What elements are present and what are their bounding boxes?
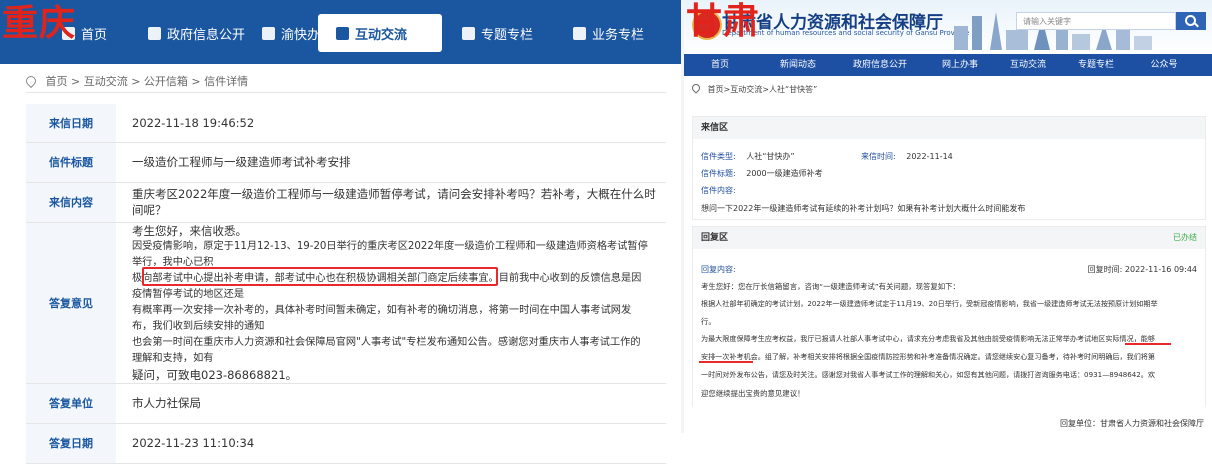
letter-date-label: 来信日期: [26, 104, 116, 143]
gs-letter-title-label: 信件标题:: [701, 169, 736, 178]
gs-breadcrumb: 首页>互动交流>人社“甘快答”: [690, 82, 818, 95]
gs-reply-line: 行。: [701, 317, 716, 326]
table-row: 来信日期 2022-11-18 19:46:52: [26, 104, 666, 143]
star-icon: [573, 26, 586, 40]
cq-nav-gov-info-label: 政府信息公开: [167, 27, 246, 43]
gs-header: 甘肃省人力资源和社会保障厅 Department of human resour…: [684, 0, 1212, 54]
gs-reply-time-label: 回复时间:: [1087, 265, 1123, 274]
gs-incoming-box: 来信区 信件类型: 人社“甘快办” 来信时间: 2022-11-14 信件标题:…: [692, 116, 1206, 220]
gs-incoming-head: 来信区: [693, 117, 1205, 139]
location-pin-icon: [690, 82, 702, 94]
letter-title-label: 信件标题: [26, 142, 116, 183]
cq-nav-yukuaiban-label: 渝快办: [281, 27, 321, 43]
letter-content-label: 来信内容: [26, 182, 116, 223]
gs-nav-interaction[interactable]: 互动交流: [998, 54, 1058, 76]
cq-nav-yukuaiban[interactable]: 渝快办: [262, 22, 320, 44]
location-pin-icon: [23, 73, 39, 89]
chongqing-label: 重庆: [2, 3, 77, 44]
highlight-underline: [1125, 343, 1171, 345]
gs-letter-title: 信件标题: 2000一级建造师补考: [701, 168, 823, 179]
reply-opinion-label: 答复意见: [26, 222, 116, 384]
reply-line: 因受疫情影响，原定于11月12-13、19-20日举行的重庆考区2022年度一级…: [132, 240, 648, 268]
cq-nav-topics-label: 专题专栏: [481, 27, 534, 43]
gs-reply-head-label: 回复区: [701, 233, 729, 243]
search-icon: [1185, 15, 1196, 26]
gs-search-input[interactable]: 请输入关键字: [1016, 12, 1176, 30]
gs-letter-type-label: 信件类型:: [701, 152, 736, 161]
gs-letter-content-label: 信件内容:: [701, 186, 736, 195]
gs-letter-type: 信件类型: 人社“甘快办”: [701, 151, 795, 162]
gs-reply-line: 考生您好：您在厅长信箱留言，咨询“一级建造师考试”有关问题，现答复如下：: [701, 282, 960, 291]
gs-letter-title-value: 2000一级建造师补考: [746, 169, 823, 178]
reply-line: 疑问，可致电023-86868821。: [132, 367, 298, 382]
cq-breadcrumb: 首页 > 互动交流 > 公开信箱 > 信件详情: [23, 73, 249, 89]
gs-reply-head: 回复区 已办结: [693, 227, 1205, 249]
reply-line: 也会第一时间在重庆市人力资源和社会保障局官网"人事考试"专栏发布通知公告。感谢您…: [132, 336, 641, 364]
chongqing-panel: 首页 政府信息公开 渝快办 互动交流 专题专栏 业务专栏 重庆 首页 > 互动交…: [0, 0, 681, 464]
gs-reply-box: 回复区 已办结 回复内容: 回复时间: 2022-11-16 09:44 考生您…: [692, 226, 1206, 407]
gs-reply-line: 安排一次补考机会。组了解，补考相关安排将根据全国疫情防控形势和补考准备情况确定。…: [701, 352, 1155, 361]
cq-nav-interaction-label: 互动交流: [355, 27, 408, 43]
letter-title-value: 一级造价工程师与一级建造师考试补考安排: [116, 142, 666, 183]
table-row: 信件标题 一级造价工程师与一级建造师考试补考安排: [26, 142, 666, 183]
highlight-underline: [699, 361, 753, 363]
gs-reply-time-value: 2022-11-16 09:44: [1124, 265, 1197, 274]
document-icon: [148, 26, 161, 40]
highlight-box: [142, 266, 498, 286]
gs-reply-line: 为最大限度保障考生应考权益，我厅已报请人社部人事考试中心，请求充分考虑我省及其他…: [701, 334, 1155, 343]
cq-top-nav: 首页 政府信息公开 渝快办 互动交流 专题专栏 业务专栏: [0, 0, 681, 64]
gs-reply-content-label: 回复内容:: [701, 265, 736, 274]
letter-content-value: 重庆考区2022年度一级造价工程师与一级建造师暂停考试，请问会安排补考吗？若补考…: [116, 182, 666, 223]
gs-reply-line: 迎您继续提出宝贵的意见建议！: [701, 389, 805, 398]
gansu-label: 甘肃: [686, 1, 761, 42]
gs-nav-online-service[interactable]: 网上办事: [930, 54, 990, 76]
gs-top-nav: 首页 新闻动态 政府信息公开 网上办事 互动交流 专题专栏 公众号: [684, 54, 1212, 76]
reply-line: 有概率再一次安排一次补考的，具体补考时间暂未确定，如有补考的确切消息，将第一时间…: [132, 304, 632, 332]
cq-nav-gov-info[interactable]: 政府信息公开: [148, 22, 245, 44]
gs-letter-time: 来信时间: 2022-11-14: [861, 151, 953, 162]
cq-divider: [26, 92, 666, 93]
chat-icon: [336, 26, 349, 40]
gs-search-button[interactable]: [1176, 12, 1206, 30]
cq-nav-interaction[interactable]: 互动交流: [336, 22, 407, 44]
cq-breadcrumb-text[interactable]: 首页 > 互动交流 > 公开信箱 > 信件详情: [46, 75, 249, 88]
gs-letter-time-label: 来信时间:: [861, 152, 896, 161]
gs-reply-line: 根据人社部年初确定的考试计划，2022年一级建造师考试定于11月19、20日举行…: [701, 299, 1158, 308]
gansu-panel: 甘肃省人力资源和社会保障厅 Department of human resour…: [684, 0, 1212, 433]
cq-nav-business[interactable]: 业务专栏: [573, 22, 644, 44]
layers-icon: [462, 26, 475, 40]
gs-letter-time-value: 2022-11-14: [906, 152, 953, 161]
gs-breadcrumb-text[interactable]: 首页>互动交流>人社“甘快答”: [708, 85, 818, 94]
cq-nav-home-label: 首页: [81, 27, 108, 43]
reply-opinion-text: 考生您好，来信收悉。 因受疫情影响，原定于11月12-13、19-20日举行的重…: [132, 223, 666, 383]
gs-reply-content-label-row: 回复内容:: [701, 264, 744, 275]
reply-opinion-cell: 考生您好，来信收悉。 因受疫情影响，原定于11月12-13、19-20日举行的重…: [116, 222, 666, 384]
gs-letter-type-value: 人社“甘快办”: [746, 152, 795, 161]
reply-unit-value: 市人力社保局: [116, 383, 666, 424]
gs-nav-news[interactable]: 新闻动态: [768, 54, 828, 76]
gs-reply-line: 一时间对外发布公告，请您及时关注。感谢您对我省人事考试工作的理解和关心，如您有其…: [701, 370, 1155, 379]
gs-nav-topics[interactable]: 专题专栏: [1066, 54, 1126, 76]
table-row: 答复单位 市人力社保局: [26, 383, 666, 424]
cq-nav-business-label: 业务专栏: [592, 27, 645, 43]
gs-nav-gov-info[interactable]: 政府信息公开: [842, 54, 918, 76]
cq-nav-topics[interactable]: 专题专栏: [462, 22, 533, 44]
table-row: 来信内容 重庆考区2022年度一级造价工程师与一级建造师暂停考试，请问会安排补考…: [26, 182, 666, 223]
reply-unit-label: 答复单位: [26, 383, 116, 424]
reply-date-label: 答复日期: [26, 423, 116, 464]
gs-reply-time: 回复时间: 2022-11-16 09:44: [1088, 264, 1197, 275]
gs-reply-unit: 回复单位：甘肃省人力资源和社会保障厅: [1060, 419, 1204, 428]
gs-nav-official-account[interactable]: 公众号: [1136, 54, 1192, 76]
table-row: 答复意见 考生您好，来信收悉。 因受疫情影响，原定于11月12-13、19-20…: [26, 222, 666, 384]
gs-reply-status-badge: 已办结: [1173, 233, 1197, 242]
reply-line: 考生您好，来信收悉。: [132, 223, 247, 238]
letter-date-value: 2022-11-18 19:46:52: [116, 104, 666, 143]
gs-letter-content-label-row: 信件内容:: [701, 185, 744, 196]
reply-date-value: 2022-11-23 11:10:34: [116, 423, 666, 464]
gs-nav-home[interactable]: 首页: [698, 54, 742, 76]
service-icon: [262, 26, 275, 40]
cq-letter-table: 来信日期 2022-11-18 19:46:52 信件标题 一级造价工程师与一级…: [26, 104, 666, 464]
table-row: 答复日期 2022-11-23 11:10:34: [26, 423, 666, 464]
gs-letter-content-value: 想问一下2022年一级建造师考试有延续的补考计划吗？如果有补考计划大概什么时间能…: [701, 204, 1026, 213]
